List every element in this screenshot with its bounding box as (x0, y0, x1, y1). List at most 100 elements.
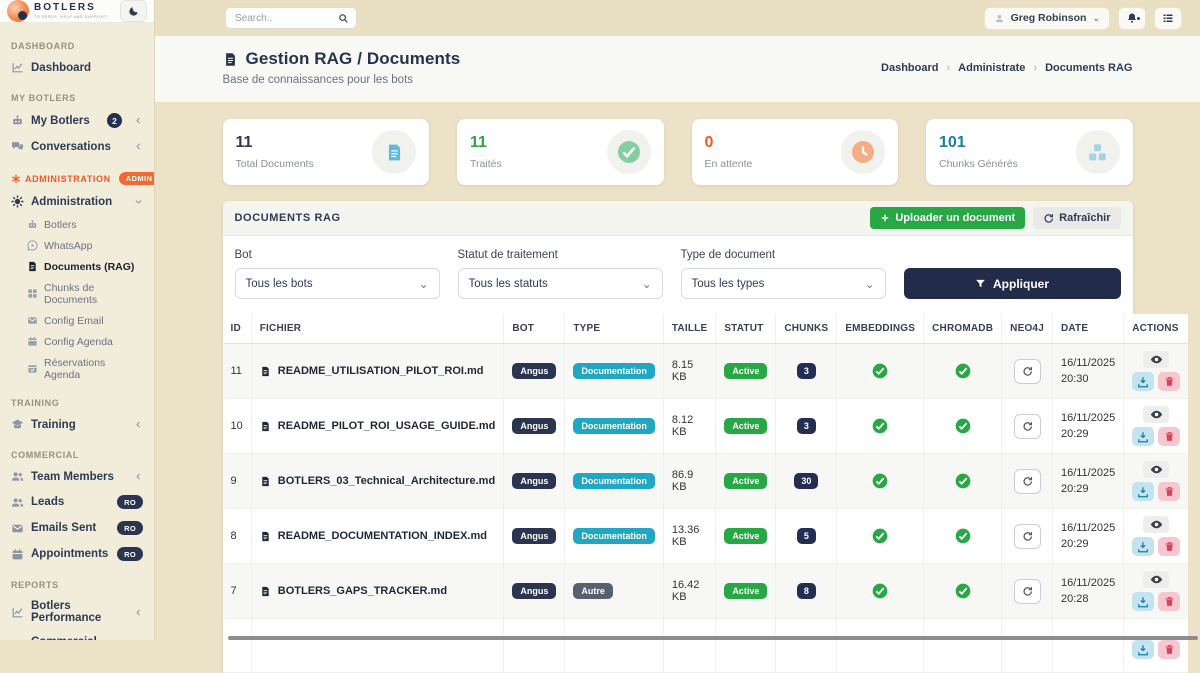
view-button[interactable] (1143, 461, 1169, 478)
delete-button[interactable] (1158, 537, 1180, 556)
download-button[interactable] (1132, 427, 1154, 446)
download-button[interactable] (1132, 640, 1154, 659)
delete-button[interactable] (1158, 592, 1180, 611)
delete-button[interactable] (1158, 427, 1180, 446)
bot-icon (11, 114, 24, 127)
status-filter-select[interactable]: Tous les statuts ⌄ (458, 268, 663, 299)
upload-document-button[interactable]: Uploader un document (870, 207, 1025, 229)
grid-icon (27, 288, 38, 299)
sidebar-subitem-documents-rag[interactable]: Documents (RAG) (0, 256, 154, 277)
download-button[interactable] (1132, 537, 1154, 556)
type-filter-select[interactable]: Tous les types ⌄ (681, 268, 886, 299)
bot-icon (27, 219, 38, 230)
cell-date: 16/11/2025 (1061, 522, 1115, 534)
status-badge: Active (724, 473, 767, 489)
chevron-down-icon: ⌄ (1092, 13, 1100, 24)
view-button[interactable] (1143, 516, 1169, 533)
nav-heading-administration: ADMINISTRATION ADMIN (0, 166, 154, 189)
clock-icon (851, 140, 875, 164)
documents-table: ID FICHIER BOT TYPE TAILLE STATUT CHUNKS… (223, 314, 1189, 673)
sidebar-item-administration[interactable]: Administration (0, 189, 154, 214)
moon-icon (128, 5, 140, 17)
stat-card-traites: 11 Traités (457, 119, 664, 185)
user-menu[interactable]: Greg Robinson ⌄ (984, 7, 1110, 30)
notifications-button[interactable] (1118, 7, 1146, 30)
sidebar-item-appointments[interactable]: Appointments RO (0, 541, 154, 567)
file-icon (260, 421, 271, 432)
download-button[interactable] (1132, 592, 1154, 611)
sidebar-item-emails-sent[interactable]: Emails Sent RO (0, 515, 154, 541)
chart-icon (11, 61, 24, 74)
sidebar-item-botlers-performance[interactable]: Botlers Performance (0, 594, 154, 630)
breadcrumb-documents-rag: Documents RAG (1045, 62, 1132, 74)
cubes-icon (1087, 142, 1108, 163)
breadcrumb-dashboard[interactable]: Dashboard (881, 62, 938, 74)
bot-badge: Angus (512, 528, 556, 544)
sidebar-subitem-botlers[interactable]: Botlers (0, 214, 154, 235)
search-box[interactable] (225, 7, 357, 29)
neo4j-sync-button[interactable] (1014, 579, 1041, 604)
nav-heading-my-botlers: MY BOTLERS (0, 87, 154, 107)
horizontal-scrollbar[interactable] (228, 636, 1198, 640)
sidebar-item-commercial-performance[interactable]: Commercial Performance (0, 630, 154, 640)
sidebar-subitem-whatsapp[interactable]: WhatsApp (0, 235, 154, 256)
delete-button[interactable] (1158, 640, 1180, 659)
sidebar-item-my-botlers[interactable]: My Botlers 2 (0, 107, 154, 134)
view-button[interactable] (1143, 406, 1169, 423)
type-badge: Documentation (573, 363, 655, 379)
breadcrumb-administrate[interactable]: Administrate (958, 62, 1025, 74)
mail-icon (11, 522, 24, 535)
cell-time: 20:28 (1061, 593, 1089, 605)
breadcrumb-separator: › (947, 62, 951, 74)
download-button[interactable] (1132, 482, 1154, 501)
neo4j-sync-button[interactable] (1014, 524, 1041, 549)
refresh-button[interactable]: Rafraîchir (1033, 207, 1120, 229)
menu-button[interactable] (1154, 7, 1182, 30)
neo4j-sync-button[interactable] (1014, 359, 1041, 384)
cell-size: 86.9 KB (663, 454, 715, 509)
chevron-down-icon: ⌄ (865, 277, 875, 291)
download-button[interactable] (1132, 372, 1154, 391)
search-input[interactable] (233, 12, 333, 25)
sidebar-subitem-config-email[interactable]: Config Email (0, 310, 154, 331)
neo4j-sync-button[interactable] (1014, 414, 1041, 439)
delete-button[interactable] (1158, 372, 1180, 391)
file-icon (260, 476, 271, 487)
sidebar-subitem-chunks[interactable]: Chunks de Documents (0, 277, 154, 310)
eye-icon (1150, 408, 1163, 421)
delete-button[interactable] (1158, 482, 1180, 501)
leads-icon (11, 496, 24, 509)
panel-header: DOCUMENTS RAG Uploader un document Rafra… (223, 201, 1133, 236)
neo4j-sync-button[interactable] (1014, 469, 1041, 494)
nav-heading-commercial: COMMERCIAL (0, 444, 154, 464)
cell-time: 20:29 (1061, 483, 1089, 495)
type-badge: Documentation (573, 528, 655, 544)
notification-dot (1137, 17, 1140, 20)
trash-icon (1164, 431, 1175, 442)
table-row: 9 BOTLERS_03_Technical_Architecture.md A… (223, 454, 1189, 509)
status-badge: Active (724, 418, 767, 434)
col-chunks: CHUNKS (776, 314, 837, 344)
search-icon (338, 13, 349, 24)
view-button[interactable] (1143, 571, 1169, 588)
col-bot: BOT (504, 314, 565, 344)
chevron-down-icon: ⌄ (642, 277, 652, 291)
sidebar-item-conversations[interactable]: Conversations (0, 134, 154, 159)
refresh-icon (1022, 476, 1033, 487)
sidebar-item-team-members[interactable]: Team Members (0, 464, 154, 489)
cell-date: 16/11/2025 (1061, 467, 1115, 479)
view-button[interactable] (1143, 351, 1169, 368)
sidebar-item-training[interactable]: Training (0, 412, 154, 437)
sidebar-item-dashboard[interactable]: Dashboard (0, 55, 154, 80)
chevron-left-icon (134, 420, 143, 429)
sidebar-subitem-config-agenda[interactable]: Config Agenda (0, 331, 154, 352)
sidebar-subitem-reservations-agenda[interactable]: Réservations Agenda (0, 352, 154, 385)
document-icon (385, 143, 404, 162)
sidebar-item-leads[interactable]: Leads RO (0, 489, 154, 515)
graduation-icon (11, 418, 24, 431)
chunks-badge: 30 (794, 473, 818, 489)
stat-label: Chunks Générés (939, 158, 1018, 170)
apply-filters-button[interactable]: Appliquer (904, 268, 1121, 299)
bot-filter-select[interactable]: Tous les bots ⌄ (235, 268, 440, 299)
dark-mode-toggle[interactable] (120, 0, 147, 22)
